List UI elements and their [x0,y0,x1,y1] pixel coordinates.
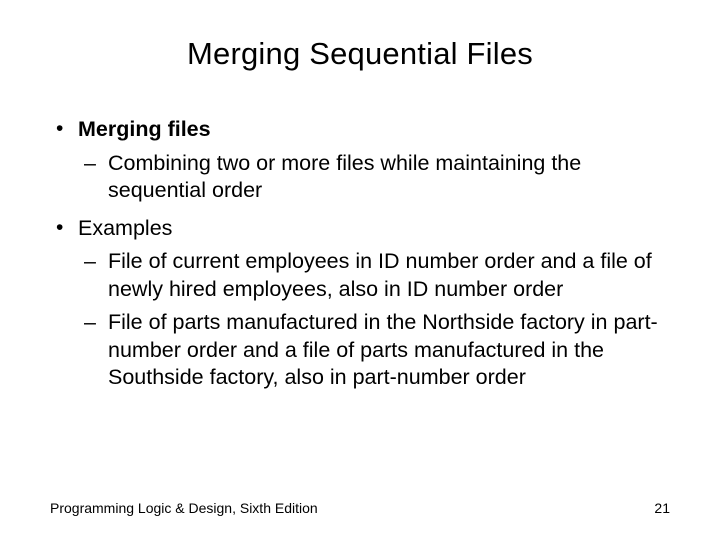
slide-title: Merging Sequential Files [50,36,670,72]
bullet-item: Merging files Combining two or more file… [50,116,670,205]
sub-list: File of current employees in ID number o… [78,248,670,392]
sub-list: Combining two or more files while mainta… [78,150,670,205]
page-number: 21 [654,500,670,516]
bullet-head: Examples [78,216,172,240]
bullet-list: Merging files Combining two or more file… [50,116,670,392]
sub-item: File of parts manufactured in the Norths… [78,309,670,392]
slide-footer: Programming Logic & Design, Sixth Editio… [50,500,670,516]
bullet-head: Merging files [78,117,211,141]
bullet-item: Examples File of current employees in ID… [50,215,670,392]
footer-text: Programming Logic & Design, Sixth Editio… [50,500,318,516]
sub-item: Combining two or more files while mainta… [78,150,670,205]
sub-item: File of current employees in ID number o… [78,248,670,303]
